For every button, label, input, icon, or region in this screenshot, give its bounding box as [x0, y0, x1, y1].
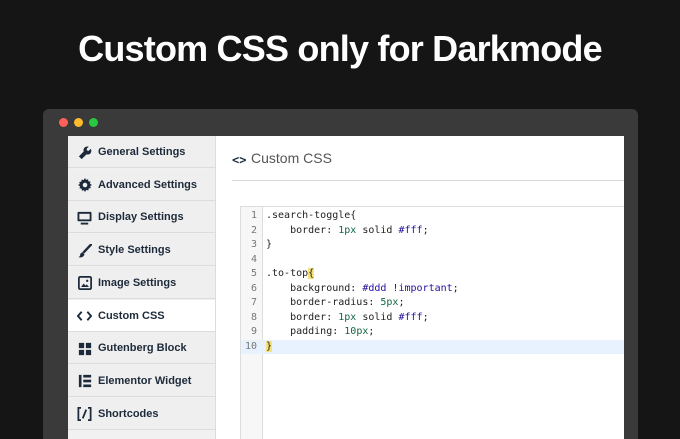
code-token: border:: [266, 311, 339, 323]
code-token: {: [308, 268, 315, 279]
wrench-icon: [77, 145, 92, 160]
code-token: 5px: [380, 297, 399, 308]
sidebar-item-label: Shortcodes: [98, 407, 159, 420]
line-number: 8: [250, 311, 257, 323]
code-token: ;: [452, 282, 459, 294]
code-text: }: [266, 238, 272, 253]
code-line[interactable]: 3}: [241, 238, 624, 253]
line-number: 10: [244, 340, 257, 352]
css-code-editor[interactable]: 1 .search-toggle{ 2 border: 1px solid #fff…: [240, 206, 624, 439]
sidebar-item-image-settings[interactable]: Image Settings: [68, 266, 215, 299]
sidebar-item-label: Advanced Settings: [98, 178, 198, 191]
sidebar-item-elementor-widget[interactable]: Elementor Widget: [68, 364, 215, 397]
sidebar-item-shortcodes[interactable]: Shortcodes: [68, 397, 215, 430]
maximize-window-dot[interactable]: [89, 118, 98, 127]
code-token: #ddd: [362, 282, 387, 294]
sidebar-item-label: Image Settings: [98, 276, 177, 289]
code-line[interactable]: 10}: [241, 339, 624, 355]
sidebar-item-label: Display Settings: [98, 211, 184, 224]
line-number: 3: [250, 239, 257, 250]
elementor-icon: [77, 374, 92, 389]
code-token: background:: [266, 282, 363, 294]
line-number: 1: [250, 210, 257, 221]
line-number: 7: [250, 297, 257, 308]
code-token: #fff: [398, 311, 423, 323]
line-number: 9: [250, 326, 257, 337]
line-number: 6: [250, 282, 257, 294]
code-text: .to-top{: [266, 267, 315, 282]
code-token: !important: [392, 282, 453, 294]
shortcode-icon: [77, 407, 92, 422]
line-number: 5: [250, 268, 257, 279]
code-token: ;: [398, 297, 405, 308]
code-line[interactable]: 8 border: 1px solid #fff;: [241, 311, 624, 326]
sidebar-item-label: General Settings: [98, 146, 186, 158]
close-window-dot[interactable]: [59, 118, 68, 127]
section-header: <> Custom CSS: [232, 136, 624, 181]
minimize-window-dot[interactable]: [74, 118, 83, 127]
code-token: ;: [422, 311, 429, 323]
code-token: .search-toggle{: [266, 210, 357, 221]
code-token: ;: [368, 326, 375, 337]
sidebar-item-gutenberg-block[interactable]: Gutenberg Block: [68, 332, 215, 365]
code-token: border-radius:: [266, 297, 381, 308]
sidebar-item-custom-css[interactable]: Custom CSS: [68, 299, 215, 332]
code-line[interactable]: 1 .search-toggle{: [241, 209, 624, 224]
code-text: border: 1px solid #fff;: [266, 311, 429, 326]
code-text: border-radius: 5px;: [266, 296, 404, 311]
page-headline: Custom CSS only for Darkmode: [78, 28, 602, 69]
code-token: solid: [356, 224, 399, 236]
monitor-icon: [77, 210, 92, 225]
code-token: 1px: [338, 224, 357, 236]
blocks-icon: [77, 341, 92, 356]
code-token: padding:: [266, 326, 345, 337]
sidebar-item-advanced-settings[interactable]: Advanced Settings: [68, 168, 215, 201]
code-token: 1px: [338, 311, 357, 323]
code-token: ;: [422, 224, 429, 236]
line-number: 4: [250, 253, 257, 265]
sidebar-item-label: Style Settings: [98, 244, 171, 257]
code-token: }: [266, 239, 273, 250]
line-number: 2: [250, 224, 257, 236]
gear-icon: [77, 178, 92, 193]
code-icon: <>: [232, 153, 247, 167]
sidebar-item-label: Elementor Widget: [98, 374, 192, 387]
settings-sidebar: General Settings Advanced Settings Displ…: [68, 136, 216, 439]
app-window: General Settings Advanced Settings Displ…: [43, 109, 638, 439]
image-icon: [77, 276, 92, 291]
sidebar-item-label: Custom CSS: [98, 309, 165, 322]
code-token: solid: [356, 311, 399, 323]
code-icon: [77, 309, 92, 324]
main-panel: <> Custom CSS 1 .search-toggle{ 2 border: …: [216, 136, 624, 439]
code-token: }: [266, 340, 273, 352]
code-line[interactable]: 7 border-radius: 5px;: [241, 296, 624, 311]
code-line[interactable]: 4: [241, 253, 624, 268]
code-text: .search-toggle{: [266, 209, 356, 224]
code-text: border: 1px solid #fff;: [266, 224, 429, 239]
section-title: Custom CSS: [251, 150, 332, 166]
sidebar-item-display-settings[interactable]: Display Settings: [68, 201, 215, 234]
code-line[interactable]: 5 .to-top{: [241, 267, 624, 282]
code-token: border:: [266, 224, 339, 236]
code-text: }: [266, 340, 273, 355]
sidebar-item-style-settings[interactable]: Style Settings: [68, 234, 215, 267]
code-token: 10px: [344, 326, 369, 337]
settings-panel: General Settings Advanced Settings Displ…: [68, 136, 624, 439]
sidebar-item-label: Gutenberg Block: [98, 342, 187, 355]
window-titlebar: [43, 109, 638, 136]
code-text: padding: 10px;: [266, 325, 374, 340]
code-line[interactable]: 6 background: #ddd !important;: [241, 282, 624, 297]
sidebar-item-general-settings[interactable]: General Settings: [68, 136, 215, 168]
code-line[interactable]: 9 padding: 10px;: [241, 325, 624, 340]
code-token: .to-top: [266, 268, 309, 279]
code-token: #fff: [398, 224, 423, 236]
code-text: background: #ddd !important;: [266, 282, 459, 297]
brush-icon: [77, 243, 92, 258]
code-line[interactable]: 2 border: 1px solid #fff;: [241, 224, 624, 239]
